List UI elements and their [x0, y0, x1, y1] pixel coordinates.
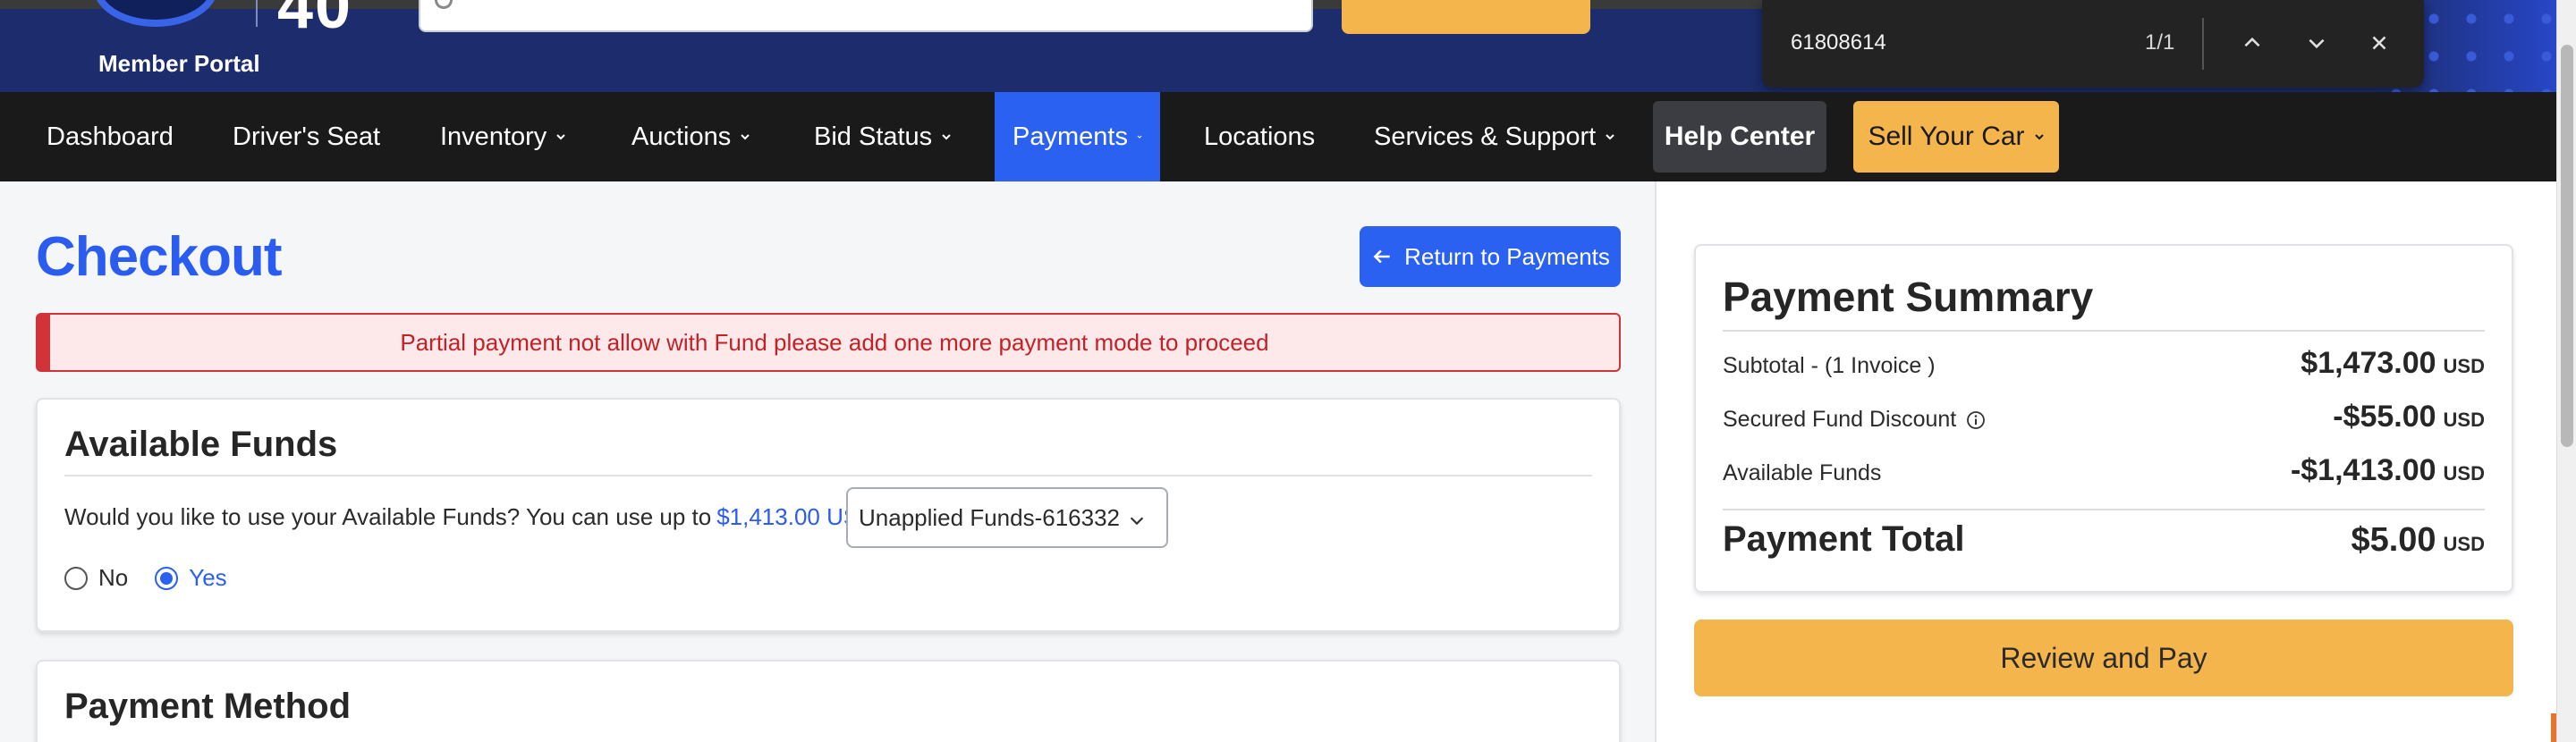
main-nav: Dashboard Driver's Seat Inventory Auctio… — [0, 92, 2556, 181]
nav-dashboard[interactable]: Dashboard — [47, 92, 174, 181]
nav-label: Inventory — [440, 122, 547, 151]
nav-bid-status[interactable]: Bid Status — [814, 92, 952, 181]
nav-auctions[interactable]: Auctions — [631, 92, 750, 181]
summary-row-label: Available Funds — [1723, 460, 1882, 485]
chevron-down-icon — [1130, 517, 1144, 526]
summary-row-available-funds: Available Funds -$1,413.00 USD — [1723, 453, 2485, 488]
summary-row-unit: USD — [2443, 409, 2485, 431]
nav-label: Payments — [1013, 122, 1128, 151]
nav-label: Dashboard — [47, 122, 174, 151]
chevron-down-icon — [1137, 135, 1142, 139]
brand-logo[interactable] — [93, 0, 218, 27]
nav-services-support[interactable]: Services & Support — [1374, 92, 1615, 181]
available-funds-heading: Available Funds — [64, 425, 338, 464]
divider — [1723, 330, 2485, 332]
find-bar: 61808614 1/1 — [1762, 0, 2424, 88]
chevron-down-icon — [2034, 134, 2044, 140]
find-next-button[interactable] — [2299, 23, 2334, 63]
radio-no-label: No — [98, 564, 129, 591]
scrollbar-thumb[interactable] — [2561, 45, 2573, 447]
sell-label: Sell Your Car — [1868, 122, 2025, 151]
summary-row-unit: USD — [2443, 355, 2485, 377]
arrow-left-icon — [1373, 249, 1390, 264]
nav-drivers-seat[interactable]: Driver's Seat — [233, 92, 380, 181]
summary-row-subtotal: Subtotal - (1 Invoice ) $1,473.00 USD — [1723, 346, 2485, 381]
available-funds-card: Available Funds Would you like to use yo… — [36, 398, 1621, 632]
chevron-down-icon — [556, 134, 566, 140]
chevron-down-icon — [1606, 134, 1614, 140]
radio-no[interactable] — [64, 566, 88, 590]
nav-inventory[interactable]: Inventory — [440, 92, 566, 181]
search-icon — [435, 0, 453, 9]
find-count: 1/1 — [2145, 30, 2175, 55]
summary-row-value: $1,473.00 — [2301, 346, 2436, 380]
error-alert: Partial payment not allow with Fund plea… — [36, 313, 1621, 372]
info-icon[interactable] — [1965, 409, 1987, 431]
return-to-payments-button[interactable]: Return to Payments — [1360, 226, 1621, 287]
payment-total-value: $5.00 — [2351, 521, 2436, 559]
logo-number: 40 — [277, 0, 353, 42]
payment-summary-title: Payment Summary — [1723, 274, 2094, 320]
chevron-down-icon — [942, 134, 951, 140]
page-scrollbar[interactable] — [2556, 0, 2576, 742]
sell-your-car-button[interactable]: Sell Your Car — [1853, 101, 2059, 173]
funds-select[interactable]: Unapplied Funds-616332 — [846, 487, 1168, 548]
nav-label: Services & Support — [1374, 122, 1597, 151]
radio-yes[interactable] — [155, 566, 179, 590]
summary-row-value: -$1,413.00 — [2290, 453, 2436, 487]
chevron-down-icon — [2309, 38, 2325, 49]
use-funds-radio-group: No Yes — [64, 564, 254, 592]
summary-row-label: Subtotal - (1 Invoice ) — [1723, 353, 1936, 378]
header-action-button[interactable] — [1342, 0, 1590, 34]
payment-total-label: Payment Total — [1723, 519, 1965, 559]
review-and-pay-button[interactable]: Review and Pay — [1694, 620, 2513, 696]
find-separator — [2202, 18, 2204, 70]
help-center-button[interactable]: Help Center — [1653, 101, 1826, 173]
nav-payments[interactable]: Payments — [995, 92, 1160, 181]
summary-row-unit: USD — [2443, 462, 2485, 485]
summary-row-value: -$55.00 — [2333, 400, 2436, 434]
radio-yes-label: Yes — [189, 564, 227, 591]
payment-total-unit: USD — [2443, 533, 2485, 555]
divider — [1723, 509, 2485, 510]
close-icon — [2372, 36, 2386, 50]
payment-method-card: Payment Method — [36, 660, 1621, 742]
find-input[interactable]: 61808614 — [1791, 30, 1886, 55]
summary-row-discount: Secured Fund Discount -$55.00 USD — [1723, 400, 2485, 434]
chevron-down-icon — [741, 134, 750, 140]
nav-label: Driver's Seat — [233, 122, 381, 151]
chevron-up-icon — [2244, 37, 2260, 47]
divider — [64, 475, 1592, 476]
nav-label: Bid Status — [814, 122, 933, 151]
summary-total-row: Payment Total $5.00 USD — [1723, 519, 2485, 560]
search-input[interactable] — [419, 0, 1313, 32]
nav-label: Auctions — [631, 122, 732, 151]
nav-locations[interactable]: Locations — [1204, 92, 1315, 181]
find-close-button[interactable] — [2361, 23, 2397, 63]
payment-summary-card: Payment Summary Subtotal - (1 Invoice ) … — [1694, 244, 2513, 593]
page-title: Checkout — [36, 226, 282, 288]
logo-divider — [256, 0, 258, 27]
nav-label: Locations — [1204, 122, 1316, 151]
funds-question-text: Would you like to use your Available Fun… — [64, 503, 712, 530]
funds-question: Would you like to use your Available Fun… — [64, 503, 876, 531]
payment-method-heading: Payment Method — [64, 687, 352, 726]
find-previous-button[interactable] — [2234, 23, 2270, 63]
member-portal-label: Member Portal — [98, 50, 260, 77]
return-label: Return to Payments — [1404, 242, 1610, 270]
funds-select-value: Unapplied Funds-616332 — [859, 503, 1120, 531]
summary-row-label: Secured Fund Discount — [1723, 407, 1957, 432]
